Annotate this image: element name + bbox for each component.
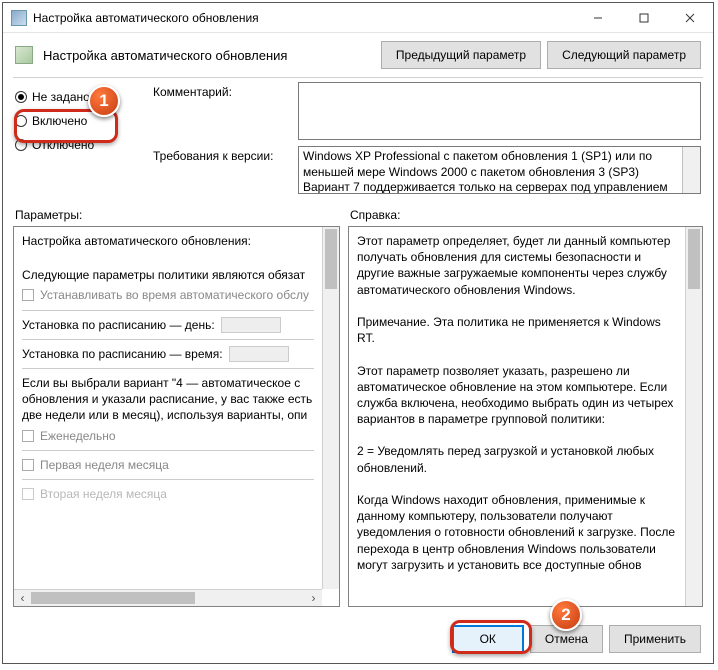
option-label: Первая неделя месяца <box>40 457 169 473</box>
window-icon <box>11 10 27 26</box>
comment-textarea[interactable] <box>298 82 701 140</box>
window-controls <box>575 3 713 33</box>
ok-button[interactable]: ОК <box>452 625 524 653</box>
radio-dot-icon <box>15 115 27 127</box>
help-text: Этот параметр определяет, будет ли данны… <box>357 233 677 573</box>
scroll-right-icon: › <box>305 590 322 607</box>
option-install-maintenance[interactable]: Устанавливать во время автоматического о… <box>22 287 314 303</box>
requirements-label: Требования к версии: <box>153 146 288 194</box>
requirements-box[interactable]: Windows XP Professional с пакетом обновл… <box>298 146 701 194</box>
checkbox-icon <box>22 488 34 500</box>
option-schedule-time: Установка по расписанию — время: <box>22 346 314 362</box>
radio-label: Включено <box>32 114 87 128</box>
option-label: Установка по расписанию — день: <box>22 317 215 333</box>
option-first-week[interactable]: Первая неделя месяца <box>22 457 314 473</box>
parameters-label: Параметры: <box>15 208 350 222</box>
policy-title: Настройка автоматического обновления <box>43 48 371 63</box>
comment-label: Комментарий: <box>153 82 288 140</box>
options-vertical-scrollbar[interactable] <box>322 227 339 589</box>
option-label: Установка по расписанию — время: <box>22 346 223 362</box>
option-variant-note: Если вы выбрали вариант "4 — автоматичес… <box>22 375 314 424</box>
radio-label: Отключено <box>32 138 94 152</box>
radio-dot-icon <box>15 139 27 151</box>
policy-header: Настройка автоматического обновления Пре… <box>3 33 713 77</box>
checkbox-icon <box>22 289 34 301</box>
radio-disabled[interactable]: Отключено <box>15 138 135 152</box>
minimize-button[interactable] <box>575 3 621 33</box>
titlebar: Настройка автоматического обновления <box>3 3 713 33</box>
option-second-week[interactable]: Вторая неделя месяца <box>22 486 314 502</box>
checkbox-icon <box>22 459 34 471</box>
options-horizontal-scrollbar[interactable]: ‹ › <box>14 589 322 606</box>
radio-label: Не задано <box>32 90 90 104</box>
apply-button[interactable]: Применить <box>609 625 701 653</box>
option-label: Вторая неделя месяца <box>40 486 167 502</box>
help-content: Этот параметр определяет, будет ли данны… <box>349 227 685 606</box>
checkbox-icon <box>22 430 34 442</box>
panels-row: Настройка автоматического обновления: Сл… <box>3 224 713 615</box>
annotation-badge-1: 1 <box>88 85 120 117</box>
close-button[interactable] <box>667 3 713 33</box>
maximize-button[interactable] <box>621 3 667 33</box>
option-schedule-day: Установка по расписанию — день: <box>22 317 314 333</box>
options-content: Настройка автоматического обновления: Сл… <box>14 227 322 589</box>
schedule-day-field[interactable] <box>221 317 281 333</box>
radio-dot-icon <box>15 91 27 103</box>
option-label: Устанавливать во время автоматического о… <box>40 287 309 303</box>
panel-headers: Параметры: Справка: <box>3 202 713 224</box>
options-panel: Настройка автоматического обновления: Сл… <box>13 226 340 607</box>
option-label: Еженедельно <box>40 428 116 444</box>
dialog-footer: ОК Отмена Применить <box>3 615 713 663</box>
policy-icon <box>15 46 33 64</box>
annotation-badge-2: 2 <box>550 599 582 631</box>
window-title: Настройка автоматического обновления <box>33 11 575 25</box>
requirements-text: Windows XP Professional с пакетом обновл… <box>303 149 668 194</box>
option-weekly[interactable]: Еженедельно <box>22 428 314 444</box>
help-vertical-scrollbar[interactable] <box>685 227 702 606</box>
schedule-time-field[interactable] <box>229 346 289 362</box>
help-label: Справка: <box>350 208 400 222</box>
radio-enabled[interactable]: Включено <box>15 114 135 128</box>
options-mandatory-note: Следующие параметры политики являются об… <box>22 267 314 283</box>
prev-setting-button[interactable]: Предыдущий параметр <box>381 41 541 69</box>
help-panel: Этот параметр определяет, будет ли данны… <box>348 226 703 607</box>
next-setting-button[interactable]: Следующий параметр <box>547 41 701 69</box>
scroll-left-icon: ‹ <box>14 590 31 607</box>
options-title: Настройка автоматического обновления: <box>22 233 314 249</box>
